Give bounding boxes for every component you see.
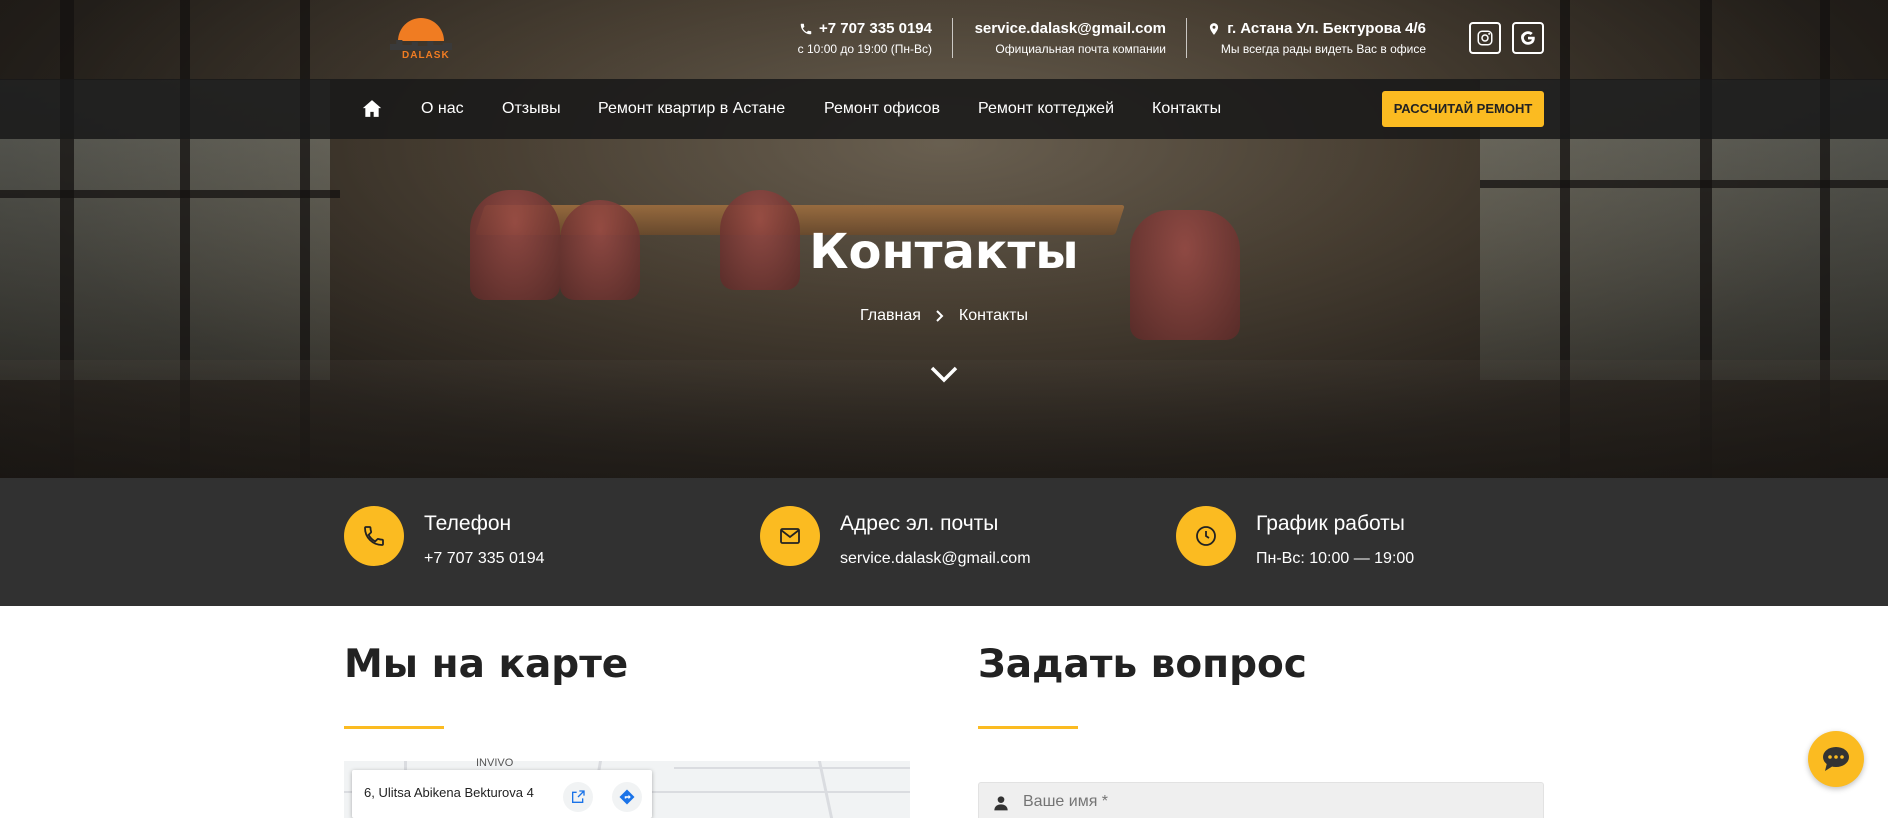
calculate-repair-button[interactable]: РАССЧИТАЙ РЕМОНТ	[1382, 91, 1544, 127]
chat-icon	[1823, 747, 1849, 771]
chevron-right-icon	[936, 310, 944, 322]
info-hours-value: Пн-Вс: 10:00 — 19:00	[1256, 550, 1415, 567]
logo-text: DALASK	[402, 50, 450, 61]
map-poi-label: INVIVO	[476, 757, 514, 769]
clock-icon-circle	[1176, 506, 1236, 566]
info-email: Адрес эл. почты service.dalask@gmail.com	[760, 506, 1031, 568]
info-hours: График работы Пн-Вс: 10:00 — 19:00	[1176, 506, 1414, 568]
name-field[interactable]	[978, 782, 1544, 818]
phone-icon	[800, 23, 812, 34]
mail-icon-circle	[760, 506, 820, 566]
topbar-phone[interactable]: +7 707 335 0194 с 10:00 до 19:00 (Пн-Вс)	[780, 20, 932, 56]
map-marker-icon	[1210, 22, 1219, 35]
contact-info-bar: Телефон +7 707 335 0194 Адрес эл. почты …	[0, 478, 1888, 606]
info-hours-title: График работы	[1256, 512, 1405, 535]
page-title: Контакты	[809, 224, 1079, 280]
phone-icon-circle	[344, 506, 404, 566]
topbar-phone-number: +7 707 335 0194	[818, 20, 932, 37]
chat-widget-button[interactable]	[1808, 731, 1864, 787]
google-icon	[1521, 31, 1535, 45]
nav-item-cottages[interactable]: Ремонт коттеджей	[978, 79, 1114, 139]
info-phone-value[interactable]: +7 707 335 0194	[424, 550, 545, 568]
topbar-email-sub: Официальная почта компании	[995, 42, 1166, 56]
phone-icon	[364, 526, 384, 546]
nav-item-about[interactable]: О нас	[421, 79, 464, 139]
google-button[interactable]	[1512, 22, 1544, 54]
home-icon[interactable]	[362, 99, 382, 118]
user-icon	[994, 796, 1008, 811]
instagram-button[interactable]	[1469, 22, 1501, 54]
breadcrumb: Главная Контакты	[0, 307, 1888, 325]
info-email-value[interactable]: service.dalask@gmail.com	[840, 550, 1031, 568]
external-link-icon	[572, 790, 585, 803]
top-bar: DALASK +7 707 335 0194 с 10:00 до 19:00 …	[0, 0, 1888, 79]
info-phone-title: Телефон	[424, 512, 512, 535]
form-section-title: Задать вопрос	[978, 642, 1307, 687]
nav-item-apartments[interactable]: Ремонт квартир в Астане	[598, 79, 785, 139]
directions-button[interactable]	[612, 782, 642, 812]
nav-item-offices[interactable]: Ремонт офисов	[824, 79, 940, 139]
name-input[interactable]	[1023, 793, 1523, 811]
map-place-card: 6, Ulitsa Abikena Bekturova 4	[352, 770, 652, 818]
topbar-address-sub: Мы всегда рады видеть Вас в офисе	[1220, 42, 1426, 56]
topbar-email[interactable]: service.dalask@gmail.com Официальная поч…	[950, 20, 1166, 56]
directions-icon	[619, 789, 635, 805]
mail-icon	[780, 528, 800, 544]
logo[interactable]: DALASK	[388, 14, 456, 62]
topbar-email-address: service.dalask@gmail.com	[974, 20, 1166, 37]
topbar-divider	[1186, 18, 1187, 58]
clock-icon	[1196, 526, 1216, 546]
map-section-title: Мы на карте	[344, 642, 629, 687]
title-underline	[344, 726, 444, 729]
nav-item-reviews[interactable]: Отзывы	[502, 79, 561, 139]
topbar-hours: с 10:00 до 19:00 (Пн-Вс)	[797, 42, 932, 56]
topbar-address-text: г. Астана Ул. Бектурова 4/6	[1227, 20, 1426, 37]
info-email-title: Адрес эл. почты	[840, 512, 999, 535]
info-phone: Телефон +7 707 335 0194	[344, 506, 545, 568]
nav-item-contacts[interactable]: Контакты	[1152, 79, 1221, 139]
breadcrumb-current: Контакты	[958, 307, 1028, 324]
instagram-icon	[1477, 30, 1493, 46]
title-underline	[978, 726, 1078, 729]
topbar-address[interactable]: г. Астана Ул. Бектурова 4/6 Мы всегда ра…	[1200, 20, 1426, 56]
breadcrumb-home[interactable]: Главная	[860, 307, 921, 325]
open-in-maps-button[interactable]	[563, 782, 593, 812]
chevron-down-icon[interactable]	[928, 362, 960, 386]
map-card-address: 6, Ulitsa Abikena Bekturova 4	[364, 785, 534, 800]
main-nav: О нас Отзывы Ремонт квартир в Астане Рем…	[0, 79, 1888, 139]
